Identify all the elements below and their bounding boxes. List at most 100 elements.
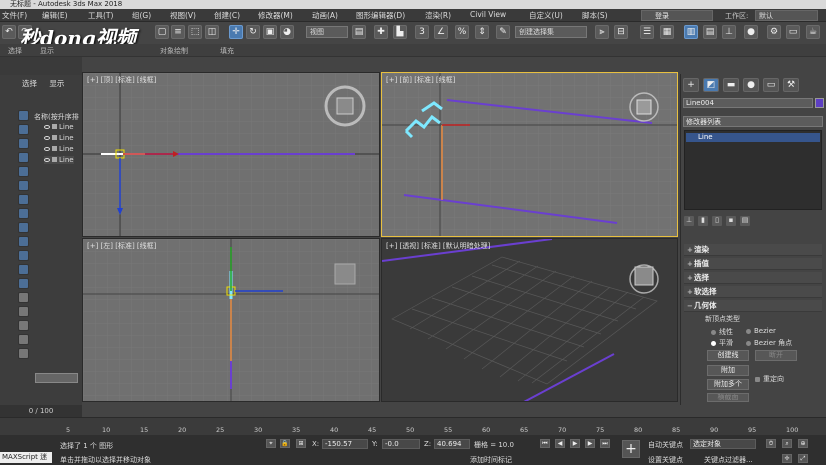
- hierarchy-tab-icon[interactable]: ▬: [723, 78, 739, 92]
- viewport-top[interactable]: [+] [顶] [标准] [线框]: [82, 72, 380, 237]
- ribbon-display-tab[interactable]: 显示: [40, 46, 54, 56]
- viewport-front-label[interactable]: [+] [前] [标准] [线框]: [386, 75, 455, 85]
- schematic-view-icon[interactable]: ⊥: [722, 25, 736, 39]
- filter-funnel-icon[interactable]: [18, 334, 29, 345]
- viewport-left[interactable]: [+] [左] [标准] [线框]: [82, 238, 380, 402]
- align-icon[interactable]: ⊟: [614, 25, 628, 39]
- select-object-icon[interactable]: ▢: [155, 25, 169, 39]
- placement-icon[interactable]: ◕: [280, 25, 294, 39]
- rollout-rendering[interactable]: + 渲染: [684, 244, 822, 256]
- filter-find-icon[interactable]: [18, 348, 29, 359]
- show-end-result-icon[interactable]: ▮: [698, 216, 708, 226]
- spinner-snap-icon[interactable]: ⇕: [475, 25, 489, 39]
- rect-selection-icon[interactable]: ⬚: [188, 25, 202, 39]
- menu-civil-view[interactable]: Civil View: [470, 10, 506, 19]
- filter-xrefs-icon[interactable]: [18, 208, 29, 219]
- eye-icon[interactable]: [44, 147, 50, 151]
- filter-spacewarps-icon[interactable]: [18, 180, 29, 191]
- undo-icon[interactable]: ↶: [2, 25, 16, 39]
- menu-tools[interactable]: 工具(T): [88, 10, 113, 21]
- isolate-icon[interactable]: ⌖: [266, 439, 276, 448]
- create-tab-icon[interactable]: +: [683, 78, 699, 92]
- time-config-icon[interactable]: ⏱: [766, 439, 776, 448]
- key-mode-dropdown[interactable]: 选定对象: [690, 439, 756, 449]
- scene-tab-display[interactable]: 显示: [49, 79, 64, 88]
- modifier-list-dropdown[interactable]: 修改器列表: [683, 116, 823, 127]
- filter-bones-icon[interactable]: [18, 222, 29, 233]
- attach-multiple-button[interactable]: 附加多个: [707, 379, 749, 390]
- set-key-button[interactable]: 设置关键点: [648, 455, 683, 465]
- window-crossing-icon[interactable]: ◫: [205, 25, 219, 39]
- key-filters-button[interactable]: 关键点过滤器...: [704, 455, 753, 465]
- utilities-tab-icon[interactable]: ⚒: [783, 78, 799, 92]
- material-editor-icon[interactable]: ●: [744, 25, 758, 39]
- snaps-toggle-icon[interactable]: 3: [415, 25, 429, 39]
- menu-rendering[interactable]: 渲染(R): [425, 10, 451, 21]
- menu-create[interactable]: 创建(C): [214, 10, 240, 21]
- remove-modifier-icon[interactable]: ▪: [726, 216, 736, 226]
- filter-lights-icon[interactable]: [18, 138, 29, 149]
- mirror-icon[interactable]: ⫸: [595, 25, 609, 39]
- attach-button[interactable]: 附加: [707, 365, 749, 376]
- rollout-soft-selection[interactable]: + 软选择: [684, 286, 822, 298]
- vertex-type-bezier-corner[interactable]: Bezier 角点: [746, 338, 792, 348]
- filter-cameras-icon[interactable]: [18, 152, 29, 163]
- scene-tree-item[interactable]: Line: [44, 145, 74, 153]
- named-selection-dropdown[interactable]: 创建选择集: [515, 26, 587, 38]
- absolute-mode-icon[interactable]: ⊞: [296, 439, 306, 448]
- eye-icon[interactable]: [44, 158, 50, 162]
- add-time-tag[interactable]: 添加时间标记: [470, 455, 512, 465]
- rotate-icon[interactable]: ↻: [246, 25, 260, 39]
- zoom-all-icon[interactable]: ⊕: [798, 439, 808, 448]
- vertex-type-bezier[interactable]: Bezier: [746, 327, 776, 335]
- edit-named-selection-icon[interactable]: ✎: [496, 25, 510, 39]
- display-tab-icon[interactable]: ▭: [763, 78, 779, 92]
- maxscript-listener[interactable]: MAXScript 迷: [0, 452, 52, 463]
- vertex-type-linear[interactable]: 线性: [711, 327, 733, 337]
- viewport-perspective[interactable]: [+] [透视] [标准] [默认明暗处理]: [381, 238, 678, 402]
- filter-options-icon[interactable]: [18, 320, 29, 331]
- workspace-dropdown[interactable]: 默认: [755, 10, 818, 21]
- scene-tree-header[interactable]: 名称(按升序排: [34, 112, 79, 122]
- reorient-checkbox[interactable]: 重定向: [755, 374, 784, 384]
- menu-graph-editors[interactable]: 图形编辑器(D): [356, 10, 405, 21]
- eye-icon[interactable]: [44, 125, 50, 129]
- viewport-front[interactable]: [+] [前] [标准] [线框]: [381, 72, 678, 237]
- explorer-scrollbar[interactable]: [35, 373, 78, 383]
- menu-file[interactable]: 文件(F): [2, 10, 27, 21]
- rollout-interpolation[interactable]: + 插值: [684, 258, 822, 270]
- filter-none-icon[interactable]: [18, 292, 29, 303]
- scene-tab-select[interactable]: 选择: [22, 79, 37, 88]
- lock-selection-icon[interactable]: 🔒: [280, 439, 290, 448]
- menu-edit[interactable]: 编辑(E): [42, 10, 68, 21]
- scene-tree-item[interactable]: Line: [44, 156, 74, 164]
- render-setup-icon[interactable]: ⚙: [767, 25, 781, 39]
- configure-sets-icon[interactable]: ▤: [740, 216, 750, 226]
- set-key-plus-icon[interactable]: +: [622, 440, 640, 458]
- menu-views[interactable]: 视图(V): [170, 10, 196, 21]
- object-color-swatch[interactable]: [815, 98, 824, 108]
- play-icon[interactable]: ▶: [570, 439, 580, 448]
- eye-icon[interactable]: [44, 136, 50, 140]
- go-to-end-icon[interactable]: ⏭: [600, 439, 610, 448]
- go-to-start-icon[interactable]: ⏮: [540, 439, 550, 448]
- auto-key-button[interactable]: 自动关键点: [648, 440, 683, 450]
- cross-section-button[interactable]: 横截面: [707, 393, 749, 402]
- curve-editor-icon[interactable]: ▤: [703, 25, 717, 39]
- render-production-icon[interactable]: ☕: [806, 25, 820, 39]
- keyboard-shortcut-icon[interactable]: ▙: [393, 25, 407, 39]
- rendered-frame-icon[interactable]: ▭: [786, 25, 800, 39]
- filter-geometry-icon[interactable]: [18, 110, 29, 121]
- scene-explorer-icon[interactable]: ☰: [640, 25, 654, 39]
- layer-explorer-icon[interactable]: ▦: [660, 25, 674, 39]
- rollout-geometry[interactable]: − 几何体: [684, 300, 822, 312]
- filter-frozen-icon[interactable]: [18, 250, 29, 261]
- modifier-stack-item[interactable]: Line: [686, 133, 820, 142]
- object-name-field[interactable]: Line004: [683, 98, 813, 108]
- filter-containers-icon[interactable]: [18, 236, 29, 247]
- pin-stack-icon[interactable]: ⊥: [684, 216, 694, 226]
- filter-groups-icon[interactable]: [18, 194, 29, 205]
- signin-dropdown[interactable]: 登录: [641, 10, 713, 21]
- scene-tree-item[interactable]: Line: [44, 134, 74, 142]
- scene-tree-item[interactable]: Line: [44, 123, 74, 131]
